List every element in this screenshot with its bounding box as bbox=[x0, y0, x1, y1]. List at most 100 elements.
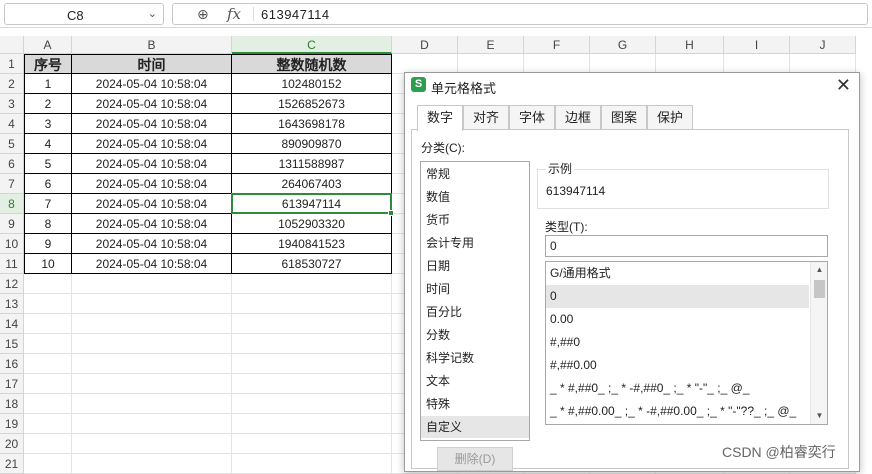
column-header-g[interactable]: G bbox=[590, 36, 656, 54]
cell-b2[interactable]: 2024-05-04 10:58:04 bbox=[72, 74, 232, 94]
row-header-2[interactable]: 2 bbox=[0, 74, 24, 94]
cell-c2[interactable]: 102480152 bbox=[232, 74, 392, 94]
format-item[interactable]: G/通用格式 bbox=[546, 262, 809, 285]
cell-a5[interactable]: 4 bbox=[24, 134, 72, 154]
row-header-16[interactable]: 16 bbox=[0, 354, 24, 374]
cell-c4[interactable]: 1643698178 bbox=[232, 114, 392, 134]
row-header-11[interactable]: 11 bbox=[0, 254, 24, 274]
cell-c7[interactable]: 264067403 bbox=[232, 174, 392, 194]
column-header-i[interactable]: I bbox=[724, 36, 790, 54]
cell-b12[interactable] bbox=[72, 274, 232, 294]
cell-a7[interactable]: 6 bbox=[24, 174, 72, 194]
cell-a14[interactable] bbox=[24, 314, 72, 334]
format-item[interactable]: #,##0.00 bbox=[546, 354, 809, 377]
cell-b5[interactable]: 2024-05-04 10:58:04 bbox=[72, 134, 232, 154]
row-header-20[interactable]: 20 bbox=[0, 434, 24, 454]
category-item[interactable]: 特殊 bbox=[421, 393, 529, 415]
tab-3[interactable]: 边框 bbox=[555, 105, 601, 129]
cell-b8[interactable]: 2024-05-04 10:58:04 bbox=[72, 194, 232, 214]
cell-a15[interactable] bbox=[24, 334, 72, 354]
cell-a2[interactable]: 1 bbox=[24, 74, 72, 94]
category-item[interactable]: 货币 bbox=[421, 209, 529, 231]
format-item[interactable]: 0 bbox=[546, 285, 809, 308]
row-header-14[interactable]: 14 bbox=[0, 314, 24, 334]
cell-b20[interactable] bbox=[72, 434, 232, 454]
cell-a10[interactable]: 9 bbox=[24, 234, 72, 254]
cell-j1[interactable] bbox=[790, 54, 856, 74]
name-box[interactable]: C8 ⌄ bbox=[4, 3, 164, 25]
tab-1[interactable]: 对齐 bbox=[463, 105, 509, 129]
row-header-8[interactable]: 8 bbox=[0, 194, 24, 214]
cell-c17[interactable] bbox=[232, 374, 392, 394]
row-header-10[interactable]: 10 bbox=[0, 234, 24, 254]
cell-i1[interactable] bbox=[724, 54, 790, 74]
cell-a4[interactable]: 3 bbox=[24, 114, 72, 134]
row-header-19[interactable]: 19 bbox=[0, 414, 24, 434]
format-list-scrollbar[interactable]: ▲ ▼ bbox=[810, 262, 827, 424]
cell-c5[interactable]: 890909870 bbox=[232, 134, 392, 154]
column-header-f[interactable]: F bbox=[524, 36, 590, 54]
cell-d1[interactable] bbox=[392, 54, 458, 74]
column-header-h[interactable]: H bbox=[656, 36, 724, 54]
formula-value[interactable]: 613947114 bbox=[261, 7, 330, 22]
category-item[interactable]: 百分比 bbox=[421, 301, 529, 323]
cell-c19[interactable] bbox=[232, 414, 392, 434]
column-header-c[interactable]: C bbox=[232, 36, 392, 54]
cell-b10[interactable]: 2024-05-04 10:58:04 bbox=[72, 234, 232, 254]
cell-a21[interactable] bbox=[24, 454, 72, 474]
cell-c11[interactable]: 618530727 bbox=[232, 254, 392, 274]
cell-c1[interactable]: 整数随机数 bbox=[232, 54, 392, 74]
category-item[interactable]: 自定义 bbox=[421, 416, 529, 438]
cell-b1[interactable]: 时间 bbox=[72, 54, 232, 74]
cell-c20[interactable] bbox=[232, 434, 392, 454]
cell-a18[interactable] bbox=[24, 394, 72, 414]
format-item[interactable]: _ * #,##0.00_ ;_ * -#,##0.00_ ;_ * "-"??… bbox=[546, 400, 809, 423]
cell-g1[interactable] bbox=[590, 54, 656, 74]
cell-c12[interactable] bbox=[232, 274, 392, 294]
cell-b14[interactable] bbox=[72, 314, 232, 334]
row-header-18[interactable]: 18 bbox=[0, 394, 24, 414]
select-all-corner[interactable] bbox=[0, 36, 24, 54]
cell-a1[interactable]: 序号 bbox=[24, 54, 72, 74]
row-header-5[interactable]: 5 bbox=[0, 134, 24, 154]
cell-f1[interactable] bbox=[524, 54, 590, 74]
row-header-7[interactable]: 7 bbox=[0, 174, 24, 194]
close-icon[interactable]: ✕ bbox=[836, 75, 851, 96]
format-item[interactable]: 0.00 bbox=[546, 308, 809, 331]
cell-c6[interactable]: 1311588987 bbox=[232, 154, 392, 174]
delete-button[interactable]: 删除(D) bbox=[437, 447, 513, 471]
cell-c9[interactable]: 1052903320 bbox=[232, 214, 392, 234]
column-header-e[interactable]: E bbox=[458, 36, 524, 54]
cell-h1[interactable] bbox=[656, 54, 724, 74]
cell-a17[interactable] bbox=[24, 374, 72, 394]
cell-a3[interactable]: 2 bbox=[24, 94, 72, 114]
tab-2[interactable]: 字体 bbox=[509, 105, 555, 129]
category-item[interactable]: 文本 bbox=[421, 370, 529, 392]
cell-c15[interactable] bbox=[232, 334, 392, 354]
cell-b7[interactable]: 2024-05-04 10:58:04 bbox=[72, 174, 232, 194]
row-header-9[interactable]: 9 bbox=[0, 214, 24, 234]
cell-a13[interactable] bbox=[24, 294, 72, 314]
type-input[interactable]: 0 bbox=[545, 235, 828, 257]
function-icon[interactable]: fx bbox=[227, 5, 241, 23]
row-header-3[interactable]: 3 bbox=[0, 94, 24, 114]
format-item[interactable]: _ * #,##0_ ;_ * -#,##0_ ;_ * "-"_ ;_ @_ bbox=[546, 377, 809, 400]
cell-b15[interactable] bbox=[72, 334, 232, 354]
row-header-13[interactable]: 13 bbox=[0, 294, 24, 314]
cell-b17[interactable] bbox=[72, 374, 232, 394]
cell-c21[interactable] bbox=[232, 454, 392, 474]
cell-b21[interactable] bbox=[72, 454, 232, 474]
format-item[interactable]: #,##0 bbox=[546, 331, 809, 354]
row-header-12[interactable]: 12 bbox=[0, 274, 24, 294]
chevron-down-icon[interactable]: ⌄ bbox=[148, 7, 157, 20]
scroll-down-icon[interactable]: ▼ bbox=[811, 408, 827, 424]
category-item[interactable]: 常规 bbox=[421, 163, 529, 185]
category-item[interactable]: 分数 bbox=[421, 324, 529, 346]
column-header-b[interactable]: B bbox=[72, 36, 232, 54]
cell-b11[interactable]: 2024-05-04 10:58:04 bbox=[72, 254, 232, 274]
scroll-up-icon[interactable]: ▲ bbox=[811, 262, 827, 278]
row-header-17[interactable]: 17 bbox=[0, 374, 24, 394]
row-header-4[interactable]: 4 bbox=[0, 114, 24, 134]
cell-c8[interactable]: 613947114 bbox=[232, 194, 392, 214]
cell-b9[interactable]: 2024-05-04 10:58:04 bbox=[72, 214, 232, 234]
